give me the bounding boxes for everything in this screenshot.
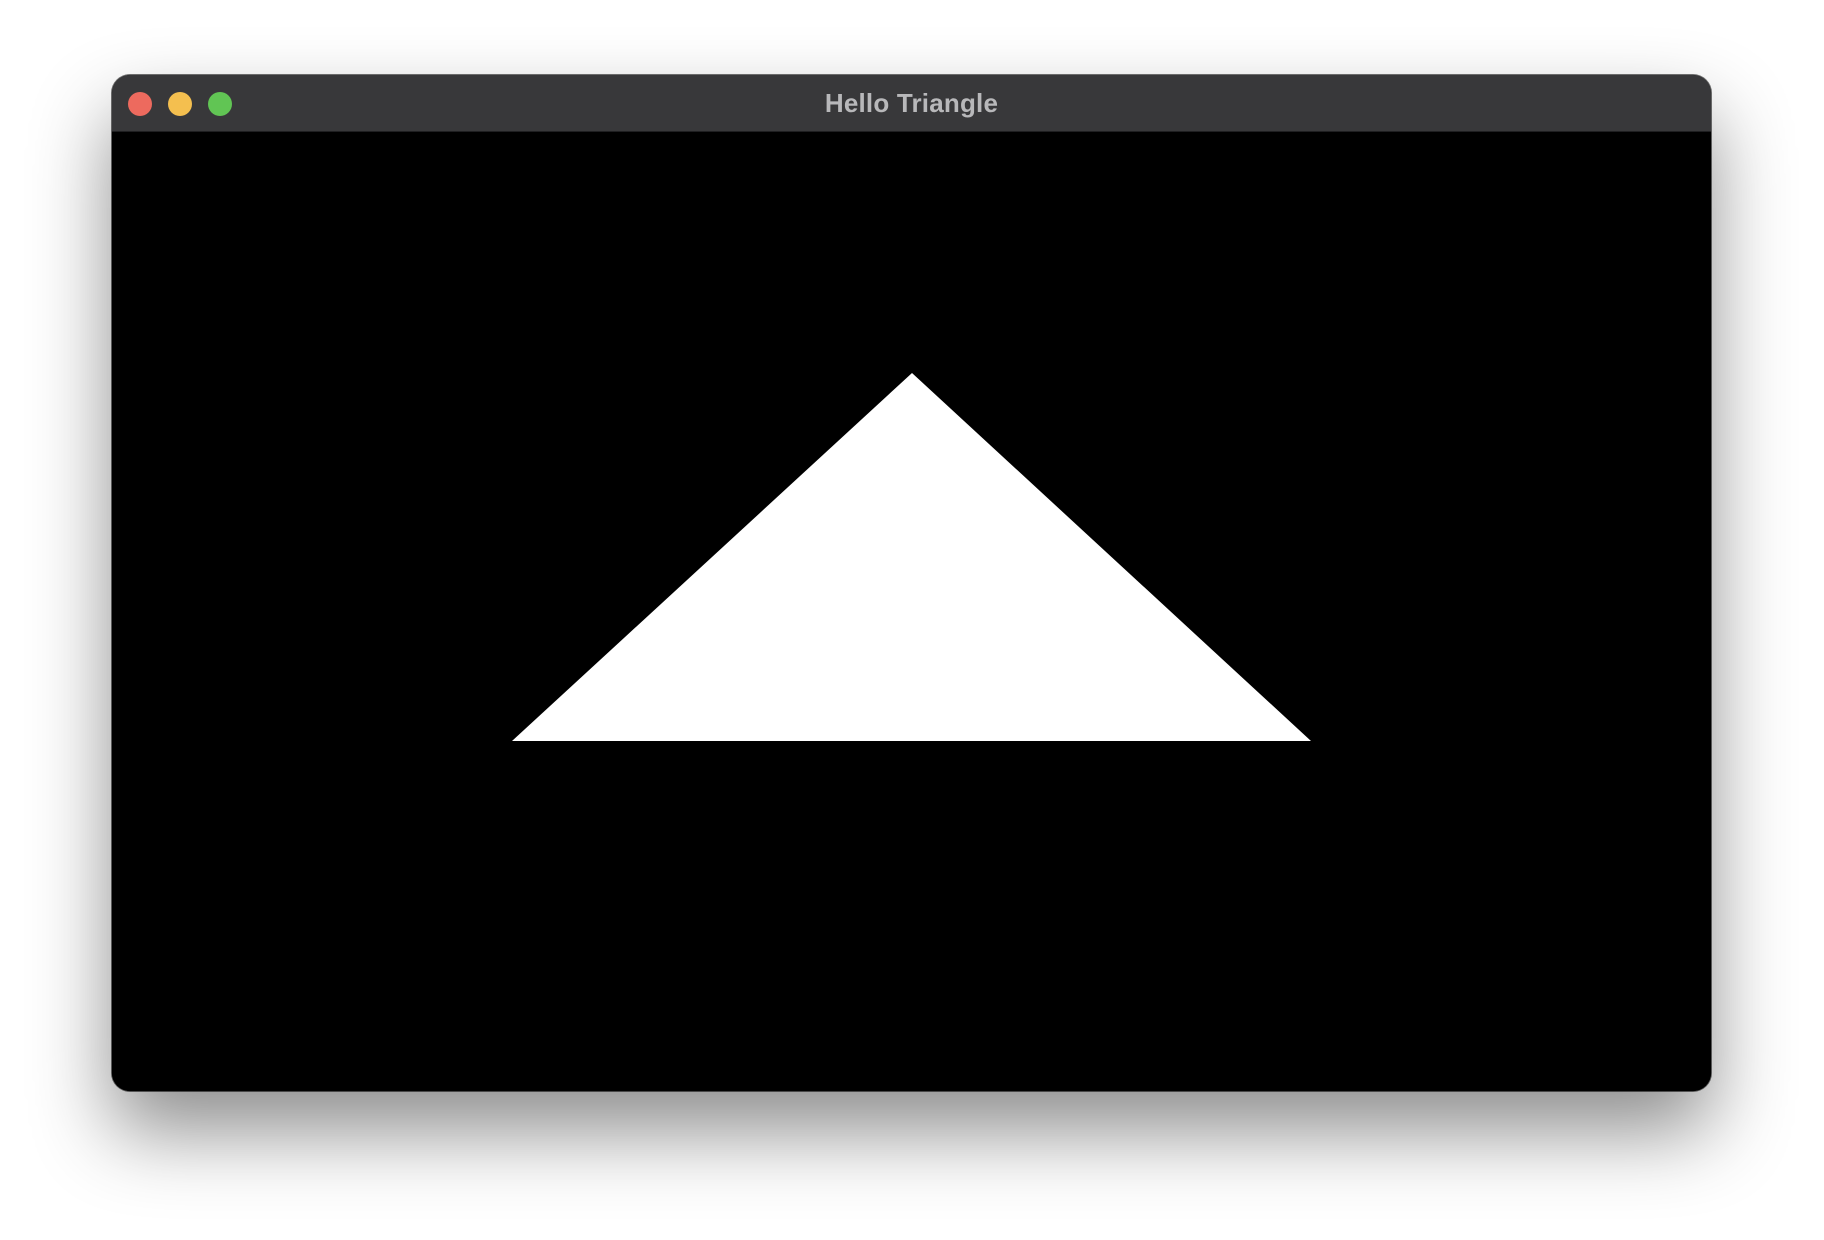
render-viewport [112, 132, 1711, 1091]
desktop: Hello Triangle [0, 0, 1824, 1240]
window-title: Hello Triangle [824, 88, 999, 118]
app-window: Hello Triangle [112, 75, 1711, 1091]
title-bar[interactable]: Hello Triangle [112, 75, 1711, 132]
render-canvas [112, 132, 1711, 1091]
